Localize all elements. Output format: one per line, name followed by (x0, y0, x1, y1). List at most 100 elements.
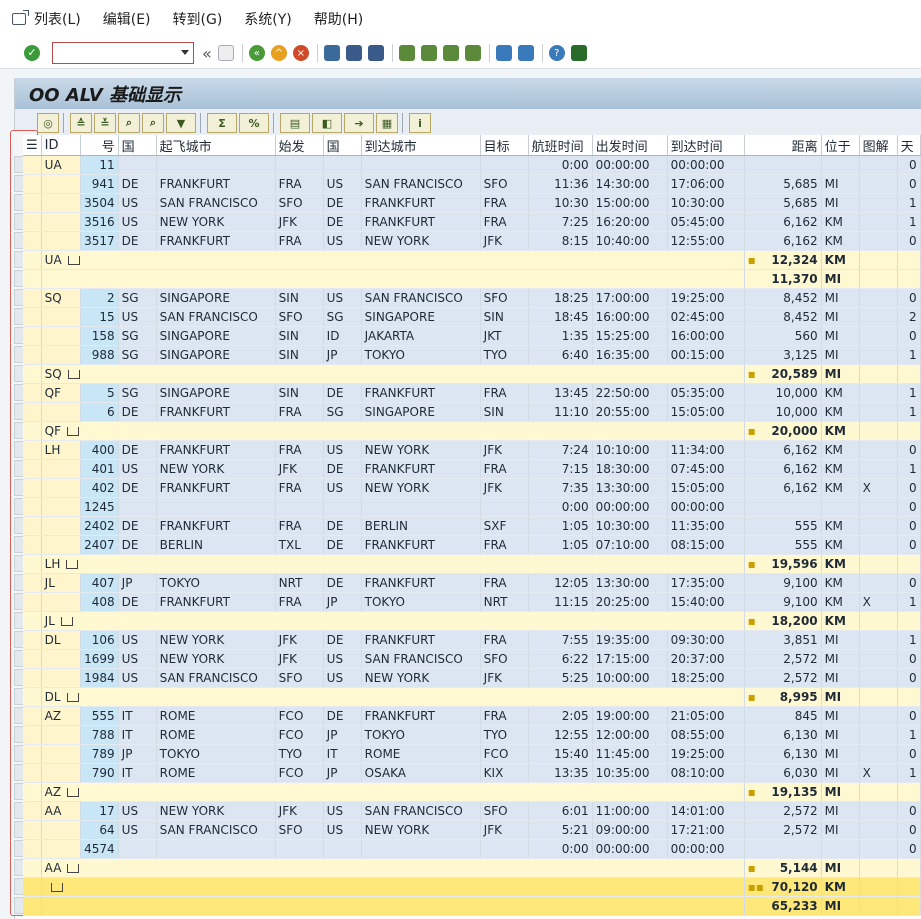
cell-from-airport[interactable] (275, 497, 324, 517)
cell-arrival-time[interactable]: 17:21:00 (667, 820, 745, 840)
cell-arrival-time[interactable]: 21:05:00 (667, 706, 745, 726)
cell-flight-number[interactable]: 64 (80, 820, 119, 840)
cell-flight-time[interactable]: 6:01 (528, 801, 593, 821)
cell-flight-number[interactable]: 402 (80, 478, 119, 498)
cell-flight-time[interactable]: 11:36 (528, 174, 593, 194)
cell-to-country[interactable]: DE (323, 459, 362, 479)
cell-days[interactable]: 1 (897, 725, 921, 745)
first-page-icon[interactable] (398, 45, 415, 61)
cell-chart-flag[interactable] (859, 668, 898, 688)
cell-to-country[interactable] (323, 839, 362, 859)
cell-departure-time[interactable]: 16:00:00 (592, 307, 668, 327)
table-row[interactable]: 402 DE FRANKFURT FRA US NEW YORK JFK 7:35 13:30:… (23, 478, 921, 498)
shortcut-icon[interactable] (517, 45, 534, 61)
cell-to-country[interactable]: DE (323, 516, 362, 536)
cell-from-airport[interactable]: JFK (275, 649, 324, 669)
cell-to-country[interactable]: US (323, 668, 362, 688)
table-row[interactable]: 789 JP TOKYO TYO IT ROME FCO 15:40 11:45:00 19:25… (23, 744, 921, 764)
column-header-unit[interactable]: 位于 (821, 135, 860, 156)
cell-distance[interactable]: 560 (744, 326, 822, 346)
cell-arrival-time[interactable]: 18:25:00 (667, 668, 745, 688)
cell-to-airport[interactable]: KIX (480, 763, 529, 783)
cell-to-city[interactable] (361, 839, 481, 859)
cell-from-airport[interactable]: FRA (275, 478, 324, 498)
cell-chart-flag[interactable] (859, 326, 898, 346)
cell-carrier-id[interactable] (41, 326, 81, 346)
cell-carrier-id[interactable] (41, 725, 81, 745)
cell-from-airport[interactable]: FCO (275, 725, 324, 745)
cell-from-airport[interactable]: SFO (275, 307, 324, 327)
cell-from-city[interactable]: SINGAPORE (156, 383, 276, 403)
cell-from-country[interactable]: SG (118, 326, 157, 346)
cell-distance-unit[interactable]: MI (821, 649, 860, 669)
cell-distance-unit[interactable]: KM (821, 478, 860, 498)
cell-from-country[interactable]: US (118, 649, 157, 669)
cell-distance[interactable]: 6,162 (744, 212, 822, 232)
table-row[interactable]: SQ 2 SG SINGAPORE SIN US SAN FRANCISCO SFO 18:25… (23, 288, 921, 308)
cell-from-airport[interactable]: FCO (275, 763, 324, 783)
cell-flight-number[interactable]: 3517 (80, 231, 119, 251)
cell-days[interactable]: 0 (897, 174, 921, 194)
cell-to-airport[interactable]: JFK (480, 820, 529, 840)
cell-carrier-id[interactable] (41, 212, 81, 232)
cell-distance[interactable]: 6,162 (744, 231, 822, 251)
cell-from-airport[interactable]: FRA (275, 592, 324, 612)
cell-from-country[interactable]: US (118, 212, 157, 232)
cell-flight-number[interactable]: 1699 (80, 649, 119, 669)
cell-distance-unit[interactable] (821, 839, 860, 859)
table-row[interactable]: 790 IT ROME FCO JP OSAKA KIX 13:35 10:35:00 08:10… (23, 763, 921, 783)
print-icon[interactable] (323, 45, 340, 61)
cell-distance[interactable]: 555 (744, 535, 822, 555)
cell-carrier-id[interactable] (41, 307, 81, 327)
table-row[interactable]: DL 106 US NEW YORK JFK DE FRANKFURT FRA 7:55 19:3… (23, 630, 921, 650)
cell-to-airport[interactable]: SIN (480, 307, 529, 327)
cell-from-country[interactable]: DE (118, 535, 157, 555)
cell-to-city[interactable]: FRANKFURT (361, 212, 481, 232)
cell-flight-number[interactable]: 988 (80, 345, 119, 365)
cell-from-country[interactable]: US (118, 307, 157, 327)
cell-to-country[interactable]: JP (323, 592, 362, 612)
cell-arrival-time[interactable]: 07:45:00 (667, 459, 745, 479)
cell-from-country[interactable] (118, 155, 157, 175)
cell-distance[interactable]: 845 (744, 706, 822, 726)
details-icon[interactable]: ◎ (37, 113, 59, 133)
cell-from-city[interactable]: NEW YORK (156, 649, 276, 669)
cell-carrier-id[interactable] (41, 345, 81, 365)
cell-to-country[interactable] (323, 155, 362, 175)
cell-to-airport[interactable]: FRA (480, 706, 529, 726)
cell-to-country[interactable]: US (323, 801, 362, 821)
cell-from-country[interactable]: DE (118, 231, 157, 251)
cell-distance[interactable]: 6,130 (744, 725, 822, 745)
cell-distance-unit[interactable]: MI (821, 763, 860, 783)
cell-from-city[interactable]: BERLIN (156, 535, 276, 555)
cell-to-country[interactable]: DE (323, 383, 362, 403)
cell-flight-time[interactable]: 0:00 (528, 839, 593, 859)
cell-from-country[interactable]: JP (118, 744, 157, 764)
cell-from-airport[interactable]: JFK (275, 630, 324, 650)
cell-to-airport[interactable]: FRA (480, 630, 529, 650)
cell-to-airport[interactable]: SFO (480, 288, 529, 308)
cell-to-airport[interactable] (480, 497, 529, 517)
cell-chart-flag[interactable] (859, 535, 898, 555)
cell-carrier-id[interactable] (41, 497, 81, 517)
cell-chart-flag[interactable] (859, 649, 898, 669)
cell-distance-unit[interactable]: KM (821, 535, 860, 555)
subtotal-icon[interactable] (67, 370, 80, 379)
cell-departure-time[interactable]: 19:35:00 (592, 630, 668, 650)
table-row[interactable]: 1699 US NEW YORK JFK US SAN FRANCISCO SFO 6:22 1… (23, 649, 921, 669)
cell-chart-flag[interactable] (859, 820, 898, 840)
cell-to-city[interactable]: JAKARTA (361, 326, 481, 346)
cell-arrival-time[interactable]: 14:01:00 (667, 801, 745, 821)
cell-to-country[interactable]: DE (323, 212, 362, 232)
cell-distance[interactable]: 3,851 (744, 630, 822, 650)
cell-flight-number[interactable]: 5 (80, 383, 119, 403)
cell-departure-time[interactable]: 00:00:00 (592, 497, 668, 517)
cell-to-city[interactable]: FRANKFURT (361, 193, 481, 213)
cell-flight-time[interactable]: 18:25 (528, 288, 593, 308)
cell-flight-time[interactable]: 0:00 (528, 155, 593, 175)
cell-to-country[interactable]: SG (323, 402, 362, 422)
cell-to-country[interactable]: DE (323, 193, 362, 213)
table-row[interactable]: 2402 DE FRANKFURT FRA DE BERLIN SXF 1:05 10:30:0… (23, 516, 921, 536)
cell-flight-time[interactable]: 0:00 (528, 497, 593, 517)
menu-goto[interactable]: 转到(G) (173, 9, 223, 29)
